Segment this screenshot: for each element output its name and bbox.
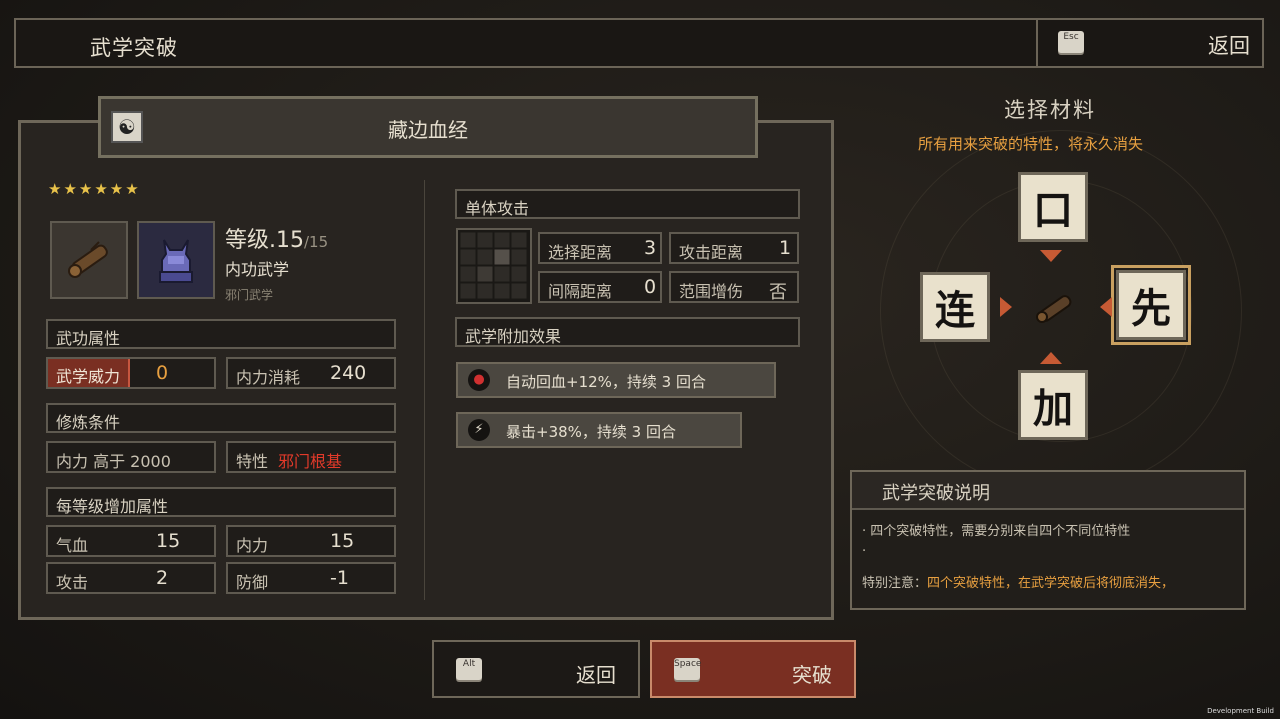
effect-text: 暴击+38%，持续 3 回合 — [506, 423, 676, 441]
development-build-label: Development Build — [1207, 707, 1274, 715]
skill-level: 等级.15/15 — [225, 222, 328, 254]
effect-item: ⚡ 暴击+38%，持续 3 回合 — [456, 412, 742, 448]
req-section-title: 修炼条件 — [46, 403, 396, 433]
description-warning: 特别注意：四个突破特性，在武学突破后将彻底消失， — [862, 572, 1174, 591]
level-current: 等级.15 — [225, 228, 304, 253]
def-cell: 防御 -1 — [226, 562, 396, 594]
mp-label: 内力 — [236, 536, 269, 555]
effect-text: 自动回血+12%，持续 3 回合 — [506, 373, 706, 391]
power-cell: 武学威力 0 — [46, 357, 216, 389]
skill-item-slot[interactable] — [50, 221, 128, 299]
attack-section-title: 单体攻击 — [455, 189, 800, 219]
skill-subtype: 邪门武学 — [225, 288, 274, 302]
mp-cost-value: 240 — [330, 362, 367, 384]
range-grid-icon — [459, 231, 528, 300]
column-divider — [424, 180, 425, 600]
mp-value: 15 — [330, 530, 355, 552]
atk-value: 2 — [156, 567, 169, 589]
material-slot-right[interactable]: 先 — [1111, 265, 1191, 345]
hp-label: 气血 — [56, 536, 89, 555]
trait-value: 邪门根基 — [278, 452, 343, 471]
hp-value: 15 — [156, 530, 181, 552]
alt-key-icon: Alt — [456, 658, 482, 680]
arrow-right-icon — [1000, 297, 1012, 317]
gap-value: 0 — [644, 276, 657, 298]
level-max: /15 — [304, 233, 329, 251]
material-slot-top[interactable]: 口 — [1018, 172, 1088, 242]
breakthrough-button-label: 突破 — [792, 663, 832, 687]
def-label: 防御 — [236, 573, 269, 592]
breakthrough-button[interactable]: Space 突破 — [650, 640, 856, 698]
arrow-up-icon — [1040, 352, 1062, 364]
mp-cost-label: 内力消耗 — [236, 368, 301, 387]
top-bar: 武学突破 Esc 返回 — [14, 18, 1264, 68]
skill-type: 内功武学 — [225, 260, 290, 279]
space-key-icon: Space — [674, 658, 701, 680]
description-header: 武学突破说明 — [852, 472, 1244, 510]
atk-cell: 攻击 2 — [46, 562, 216, 594]
per-level-section-title: 每等级增加属性 — [46, 487, 396, 517]
log-icon — [68, 241, 108, 278]
sel-range-label: 选择距离 — [548, 243, 613, 262]
materials-title: 选择材料 — [1004, 98, 1096, 122]
mp-cost-cell: 内力消耗 240 — [226, 357, 396, 389]
mp-cell: 内力 15 — [226, 525, 396, 557]
gap-cell: 间隔距离 0 — [538, 271, 662, 303]
effects-section-title: 武学附加效果 — [455, 317, 800, 347]
center-item-icon — [1036, 295, 1072, 323]
area-cell: 范围增伤 否 — [669, 271, 799, 303]
skill-type-slot[interactable] — [137, 221, 215, 299]
description-line: · 四个突破特性，需要分别来自四个不同位特性 — [862, 524, 1131, 539]
power-value: 0 — [156, 362, 169, 384]
atk-range-label: 攻击距离 — [679, 243, 744, 262]
arrow-left-icon — [1100, 297, 1112, 317]
skill-name-banner: ☯ 藏边血经 — [98, 96, 758, 158]
area-value: 否 — [769, 282, 787, 303]
def-value: -1 — [330, 567, 349, 589]
warning-text: 四个突破特性，在武学突破后将彻底消失， — [927, 576, 1175, 591]
material-slot-left[interactable]: 连 — [920, 272, 990, 342]
trait-cell: 特性 邪门根基 — [226, 441, 396, 473]
atk-range-cell: 攻击距离 1 — [669, 232, 799, 264]
star-rating: ★★★★★★ — [48, 180, 141, 198]
warning-label: 特别注意： — [862, 576, 928, 591]
trait-label: 特性 — [236, 452, 269, 471]
top-back-button[interactable]: Esc 返回 — [1036, 18, 1268, 68]
materials-note: 所有用来突破的特性，将永久消失 — [918, 135, 1144, 153]
attr-section-title: 武功属性 — [46, 319, 396, 349]
hp-cell: 气血 15 — [46, 525, 216, 557]
esc-key-icon: Esc — [1058, 31, 1084, 53]
effect-item: ● 自动回血+12%，持续 3 回合 — [456, 362, 776, 398]
top-back-label: 返回 — [1208, 34, 1250, 58]
back-button[interactable]: Alt 返回 — [432, 640, 640, 698]
description-title: 武学突破说明 — [882, 483, 990, 504]
back-button-label: 返回 — [576, 663, 616, 687]
req-inner-cell: 内力 高于 2000 — [46, 441, 216, 473]
sel-range-value: 3 — [644, 237, 657, 259]
sel-range-cell: 选择距离 3 — [538, 232, 662, 264]
lightning-icon: ⚡ — [468, 419, 490, 441]
power-label: 武学威力 — [48, 359, 131, 387]
area-label: 范围增伤 — [679, 282, 744, 301]
breakthrough-description: 武学突破说明 · 四个突破特性，需要分别来自四个不同位特性 · 特别注意：四个突… — [850, 470, 1246, 610]
blood-heal-icon: ● — [468, 369, 490, 391]
description-line: · — [862, 544, 867, 559]
atk-label: 攻击 — [56, 573, 89, 592]
arrow-down-icon — [1040, 250, 1062, 262]
req-inner-label: 内力 高于 2000 — [56, 452, 171, 471]
skill-name: 藏边血经 — [388, 118, 468, 142]
demon-icon — [159, 239, 193, 283]
gap-label: 间隔距离 — [548, 282, 613, 301]
atk-range-value: 1 — [779, 237, 792, 259]
page-title: 武学突破 — [90, 36, 178, 60]
material-slot-bottom[interactable]: 加 — [1018, 370, 1088, 440]
range-grid — [456, 228, 532, 304]
